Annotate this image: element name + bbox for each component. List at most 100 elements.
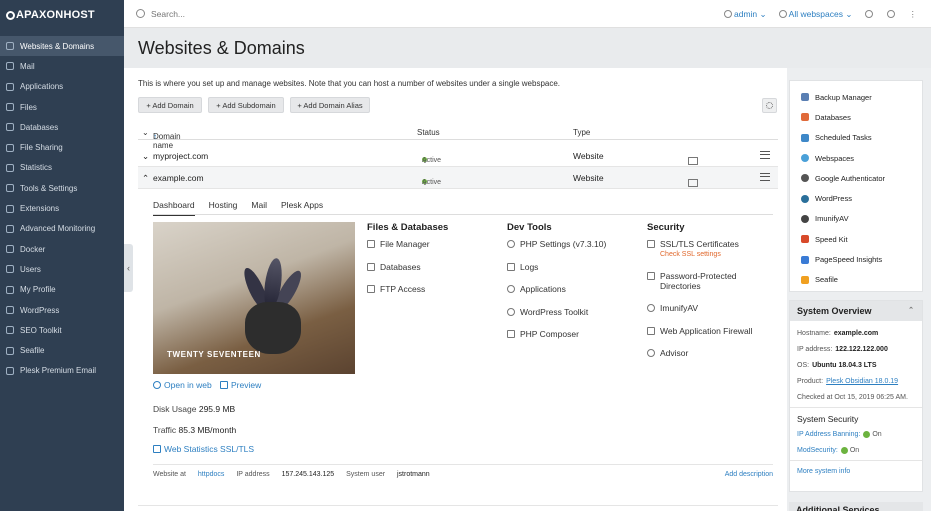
logs-link[interactable]: Logs bbox=[507, 262, 606, 285]
website-screenshot[interactable]: TWENTY SEVENTEEN bbox=[153, 222, 355, 374]
password-protected-dirs-link[interactable]: Password-Protected Directories bbox=[647, 271, 777, 303]
add-domain-button[interactable]: + Add Domain bbox=[138, 97, 202, 113]
sidebar-item-docker[interactable]: Docker bbox=[0, 239, 124, 259]
domain-name-link[interactable]: myproject.com bbox=[153, 151, 208, 161]
add-domain-alias-button[interactable]: + Add Domain Alias bbox=[290, 97, 370, 113]
web-statistics-link[interactable]: Web Statistics SSL/TLS bbox=[153, 444, 254, 454]
hamburger-menu-icon[interactable] bbox=[760, 151, 770, 159]
databases-link[interactable]: Databases bbox=[367, 262, 448, 285]
sidebar-item-mail[interactable]: Mail bbox=[0, 56, 124, 76]
product-link[interactable]: Plesk Obsidian 18.0.19 bbox=[826, 378, 898, 385]
sidebar-item-label: SEO Toolkit bbox=[20, 325, 62, 335]
ssl-tls-link[interactable]: SSL/TLS Certificates Check SSL settings bbox=[647, 239, 777, 271]
sidebar-item-tools-settings[interactable]: Tools & Settings bbox=[0, 178, 124, 198]
sidebar-item-seo-toolkit[interactable]: SEO Toolkit bbox=[0, 320, 124, 340]
sort-asc-icon: ↑ bbox=[153, 132, 157, 141]
brand-logo[interactable]: APAXONHOST bbox=[0, 0, 124, 30]
add-subdomain-button[interactable]: + Add Subdomain bbox=[208, 97, 284, 113]
plant-pot bbox=[245, 302, 301, 354]
check-ssl-warning[interactable]: Check SSL settings bbox=[660, 251, 739, 258]
sidebar-item-advanced-monitoring[interactable]: Advanced Monitoring bbox=[0, 219, 124, 239]
php-composer-link[interactable]: PHP Composer bbox=[507, 329, 606, 352]
link-label: Password-Protected Directories bbox=[660, 271, 737, 291]
web-application-firewall-link[interactable]: Web Application Firewall bbox=[647, 326, 777, 349]
database-icon bbox=[801, 113, 809, 122]
sidebar-item-databases[interactable]: Databases bbox=[0, 117, 124, 137]
tool-backup-manager[interactable]: Backup Manager bbox=[801, 87, 922, 107]
wordpress-icon bbox=[6, 306, 14, 314]
link-label: WordPress Toolkit bbox=[520, 306, 589, 317]
chevron-down-icon[interactable]: ⌄ bbox=[142, 151, 149, 162]
modsecurity-line: ModSecurity: On bbox=[790, 442, 922, 458]
sliders-icon[interactable] bbox=[688, 179, 698, 187]
check-icon bbox=[840, 446, 848, 454]
chevron-up-icon[interactable]: ⌃ bbox=[142, 173, 149, 184]
wordpress-toolkit-link[interactable]: WordPress Toolkit bbox=[507, 307, 606, 330]
envelope-icon bbox=[6, 62, 14, 71]
sidebar-item-my-profile[interactable]: My Profile bbox=[0, 280, 124, 300]
ftp-access-link[interactable]: FTP Access bbox=[367, 284, 448, 307]
file-manager-link[interactable]: File Manager bbox=[367, 239, 448, 262]
search-input[interactable] bbox=[151, 8, 411, 19]
product-line: Product: Plesk Obsidian 18.0.19 bbox=[790, 373, 922, 389]
add-description-link[interactable]: Add description bbox=[725, 471, 773, 478]
more-menu-icon[interactable]: ⋮ bbox=[909, 9, 918, 20]
applications-link[interactable]: Applications bbox=[507, 284, 606, 307]
tool-databases[interactable]: Databases bbox=[801, 107, 922, 127]
user-menu[interactable]: admin ⌄ bbox=[724, 9, 767, 20]
sidebar-item-seafile[interactable]: Seafile bbox=[0, 340, 124, 360]
seafile-icon bbox=[801, 275, 809, 284]
domain-type: Website bbox=[573, 151, 604, 161]
more-system-info-link[interactable]: More system info bbox=[797, 468, 850, 475]
tool-wordpress[interactable]: WordPress bbox=[801, 188, 922, 208]
preview-link[interactable]: Preview bbox=[220, 380, 261, 390]
sidebar-item-files[interactable]: Files bbox=[0, 97, 124, 117]
link-label: Applications bbox=[520, 284, 566, 294]
domain-panel-footer: Website at httpdocs IP address 157.245.1… bbox=[153, 464, 773, 478]
tool-label: WordPress bbox=[815, 194, 852, 204]
imunifyav-link[interactable]: ImunifyAV bbox=[647, 303, 777, 326]
tool-webspaces[interactable]: Webspaces bbox=[801, 148, 922, 168]
sidebar-item-websites-domains[interactable]: Websites & Domains bbox=[0, 36, 124, 57]
sidebar-item-label: Docker bbox=[20, 244, 46, 254]
sidebar-item-users[interactable]: Users bbox=[0, 259, 124, 279]
tool-imunifyav[interactable]: ImunifyAV bbox=[801, 209, 922, 229]
php-settings-link[interactable]: PHP Settings (v7.3.10) bbox=[507, 239, 606, 262]
ip-banning-link[interactable]: IP Address Banning: bbox=[797, 431, 860, 438]
sidebar-item-applications[interactable]: Applications bbox=[0, 77, 124, 97]
suggestions-icon[interactable] bbox=[864, 10, 873, 18]
sidebar-item-file-sharing[interactable]: File Sharing bbox=[0, 137, 124, 157]
top-bar: admin ⌄ All webspaces ⌄ ⋮ bbox=[124, 0, 931, 28]
tool-speed-kit[interactable]: Speed Kit bbox=[801, 229, 922, 249]
tool-google-authenticator[interactable]: Google Authenticator bbox=[801, 168, 922, 188]
modsecurity-link[interactable]: ModSecurity: bbox=[797, 447, 838, 454]
sidebar-item-extensions[interactable]: Extensions bbox=[0, 198, 124, 218]
sidebar-item-wordpress[interactable]: WordPress bbox=[0, 300, 124, 320]
tool-label: Webspaces bbox=[815, 153, 855, 163]
sidebar-item-label: Applications bbox=[20, 82, 64, 92]
table-row[interactable]: ⌄ myproject.com Active ⌄ Website bbox=[138, 145, 778, 167]
document-root-link[interactable]: httpdocs bbox=[198, 471, 224, 478]
additional-services-header[interactable]: Additional Services bbox=[789, 502, 923, 511]
domain-name-link[interactable]: example.com bbox=[153, 173, 204, 183]
sort-toggle-icon[interactable]: ⌄ bbox=[142, 128, 149, 137]
list-settings-button[interactable] bbox=[762, 98, 777, 113]
webspace-selector[interactable]: All webspaces ⌄ bbox=[778, 9, 853, 20]
tool-scheduled-tasks[interactable]: Scheduled Tasks bbox=[801, 128, 922, 148]
table-row[interactable]: ⌃ example.com Active ⌄ Website bbox=[138, 167, 778, 189]
sidebar-item-premium-email[interactable]: Plesk Premium Email bbox=[0, 361, 124, 381]
system-overview-header[interactable]: System Overview ⌃ bbox=[790, 301, 922, 321]
premium-email-icon bbox=[6, 366, 14, 375]
tool-seafile[interactable]: Seafile bbox=[801, 270, 922, 290]
open-in-web-link[interactable]: Open in web bbox=[153, 380, 212, 390]
tool-pagespeed-insights[interactable]: PageSpeed Insights bbox=[801, 249, 922, 269]
theme-name: TWENTY SEVENTEEN bbox=[167, 350, 261, 359]
advisor-link[interactable]: Advisor bbox=[647, 348, 777, 371]
check-icon bbox=[863, 430, 871, 438]
help-icon[interactable] bbox=[886, 10, 895, 18]
domains-table-header: ⌄ Domain name ↑ Status Type bbox=[138, 124, 778, 150]
sidebar-item-statistics[interactable]: Statistics bbox=[0, 158, 124, 178]
hamburger-menu-icon[interactable] bbox=[760, 173, 770, 181]
sliders-icon[interactable] bbox=[688, 157, 698, 165]
file-icon bbox=[6, 103, 14, 112]
